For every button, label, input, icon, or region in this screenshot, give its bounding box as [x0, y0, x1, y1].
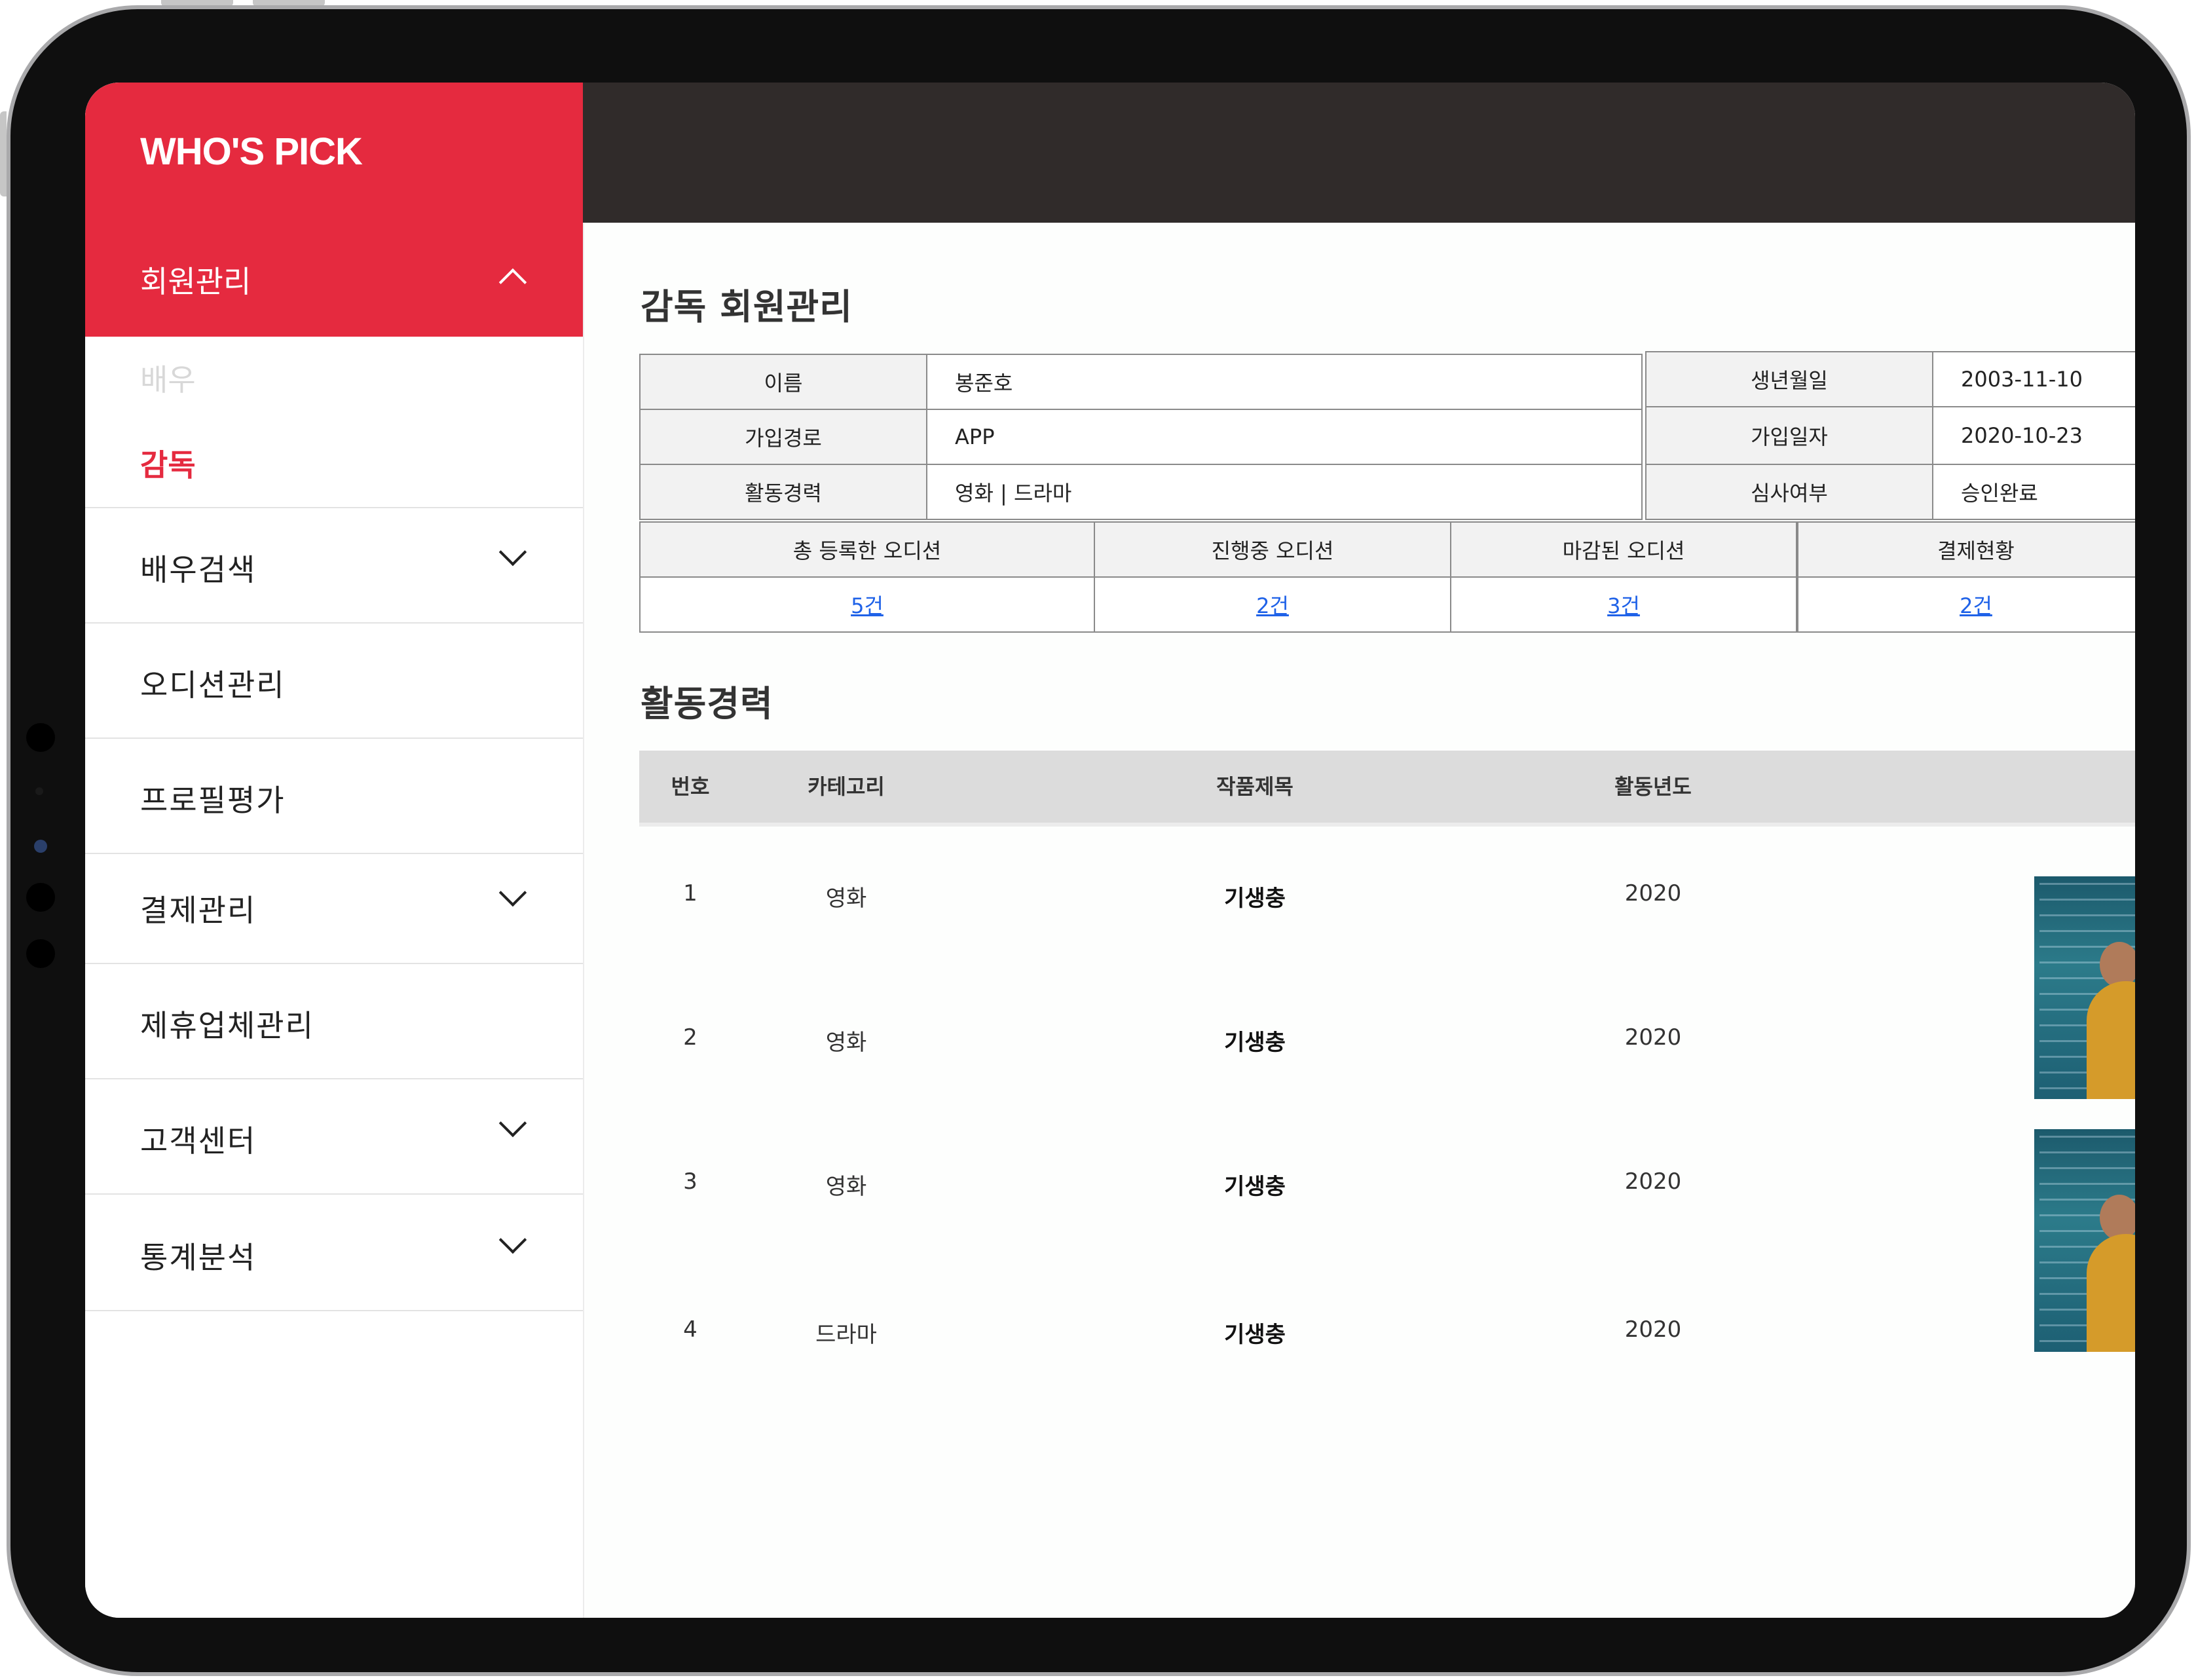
sidebar-item-label: 결제관리	[140, 893, 257, 928]
payment-status-label: 결제현황	[1797, 521, 2135, 578]
chevron-down-icon	[498, 1109, 527, 1138]
row-number: 1	[683, 880, 698, 906]
sidebar-item-label: 프로필평가	[140, 783, 286, 818]
row-category: 영화	[825, 1174, 867, 1200]
app-logo[interactable]: WHO'S PICK	[140, 130, 363, 174]
chevron-down-icon	[498, 538, 527, 567]
row-number: 2	[683, 1024, 698, 1051]
sidebar-item-statistics[interactable]: 통계분석	[85, 1196, 583, 1311]
poster-figure	[2087, 981, 2135, 1099]
activity-table-header: 번호 카테고리 작품제목 활동년도	[639, 751, 2135, 827]
sidebar-subitem-director[interactable]: 감독	[140, 441, 196, 485]
work-poster-thumbnail[interactable]	[2034, 1129, 2135, 1352]
sidebar-item-profile-review[interactable]: 프로필평가	[85, 739, 583, 854]
row-category: 영화	[825, 1030, 867, 1056]
sensor-dot	[35, 787, 43, 795]
row-category: 영화	[825, 886, 867, 912]
sensor-dot	[26, 939, 55, 968]
row-year: 2020	[1624, 1168, 1682, 1195]
sidebar-item-label: 오디션관리	[140, 667, 286, 703]
sidebar-item-payment-management[interactable]: 결제관리	[85, 849, 583, 964]
sidebar-item-label: 통계분석	[140, 1240, 257, 1275]
name-label: 이름	[639, 354, 927, 410]
work-poster-thumbnail[interactable]	[2034, 876, 2135, 1099]
ongoing-auditions-label: 진행중 오디션	[1094, 521, 1451, 578]
device-side-button	[0, 111, 7, 196]
birthdate-label: 생년월일	[1645, 351, 1933, 407]
career-value: 영화 | 드라마	[926, 464, 1643, 520]
birthdate-value: 2003-11-10	[1932, 351, 2135, 407]
chevron-down-icon	[498, 878, 527, 907]
ongoing-auditions-cell: 2건	[1094, 576, 1451, 633]
screen: WHO'S PICK 회원관리 배우 감독 배우검색 오디션관리 프로필평가 결…	[85, 83, 2135, 1618]
sensor-dot	[26, 883, 55, 912]
sidebar-item-audition-management[interactable]: 오디션관리	[85, 624, 583, 739]
page-title: 감독 회원관리	[641, 286, 853, 327]
row-year: 2020	[1624, 1316, 1682, 1343]
row-year: 2020	[1624, 880, 1682, 906]
sensor-dot	[26, 723, 55, 752]
sidebar-item-label: 제휴업체관리	[140, 1008, 314, 1043]
payment-status-link[interactable]: 2건	[1960, 589, 1992, 620]
total-auditions-label: 총 등록한 오디션	[639, 521, 1095, 578]
sidebar-item-label: 고객센터	[140, 1123, 257, 1159]
ongoing-auditions-link[interactable]: 2건	[1256, 589, 1289, 620]
closed-auditions-cell: 3건	[1450, 576, 1797, 633]
chevron-up-icon[interactable]	[498, 268, 527, 297]
total-auditions-cell: 5건	[639, 576, 1095, 633]
top-header-bar	[583, 83, 2135, 223]
tablet-frame: WHO'S PICK 회원관리 배우 감독 배우검색 오디션관리 프로필평가 결…	[7, 5, 2191, 1676]
review-status-value: 승인완료	[1932, 464, 2135, 520]
sidebar-brand-block: WHO'S PICK 회원관리	[85, 83, 583, 337]
join-date-value: 2020-10-23	[1932, 406, 2135, 465]
signup-route-value: APP	[926, 409, 1643, 465]
sidebar-item-partner-management[interactable]: 제휴업체관리	[85, 964, 583, 1079]
column-header-category: 카테고리	[808, 774, 885, 799]
poster-figure	[2087, 1234, 2135, 1352]
row-work-title: 기생충	[1224, 1030, 1286, 1056]
name-value: 봉준호	[926, 354, 1643, 410]
review-status-label: 심사여부	[1645, 464, 1933, 520]
column-header-number: 번호	[671, 774, 710, 799]
closed-auditions-link[interactable]: 3건	[1607, 589, 1640, 620]
row-work-title: 기생충	[1224, 886, 1286, 912]
sidebar-item-actor-search[interactable]: 배우검색	[85, 508, 583, 624]
payment-status-cell: 2건	[1797, 576, 2135, 633]
career-label: 활동경력	[639, 464, 927, 520]
row-year: 2020	[1624, 1024, 1682, 1051]
camera-lens	[34, 840, 47, 853]
sidebar-item-member-management[interactable]: 회원관리	[140, 258, 251, 301]
activity-section-title: 활동경력	[641, 683, 773, 724]
sidebar-item-label: 배우검색	[140, 552, 257, 588]
row-work-title: 기생충	[1224, 1322, 1286, 1348]
closed-auditions-label: 마감된 오디션	[1450, 521, 1797, 578]
sidebar: WHO'S PICK 회원관리 배우 감독 배우검색 오디션관리 프로필평가 결…	[85, 83, 584, 1618]
sidebar-subitem-actor[interactable]: 배우	[140, 356, 196, 400]
row-number: 3	[683, 1168, 698, 1195]
row-number: 4	[683, 1316, 698, 1343]
total-auditions-link[interactable]: 5건	[851, 589, 884, 620]
join-date-label: 가입일자	[1645, 406, 1933, 465]
row-category: 드라마	[815, 1322, 877, 1348]
signup-route-label: 가입경로	[639, 409, 927, 465]
column-header-year: 활동년도	[1614, 774, 1692, 799]
row-work-title: 기생충	[1224, 1174, 1286, 1200]
sidebar-item-customer-center[interactable]: 고객센터	[85, 1079, 583, 1195]
chevron-down-icon	[498, 1225, 527, 1254]
column-header-title: 작품제목	[1216, 774, 1293, 799]
